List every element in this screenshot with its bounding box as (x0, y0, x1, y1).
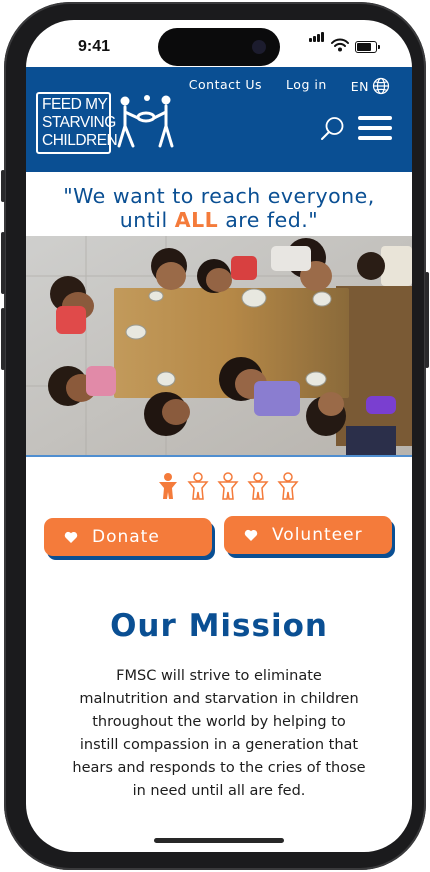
header-top-links: Contact Us Log in EN (189, 77, 390, 95)
header-icons (320, 115, 392, 141)
wifi-icon (331, 38, 349, 52)
donate-label: Donate (92, 527, 160, 547)
logo-figures-icon (117, 95, 174, 148)
slide-indicator-4[interactable] (246, 472, 270, 500)
children-eating-photo (26, 236, 412, 455)
slide-indicator-3[interactable] (216, 472, 240, 500)
quote-line-1: "We want to reach everyone, (63, 184, 375, 208)
login-link[interactable]: Log in (286, 77, 327, 95)
volunteer-button[interactable]: Volunteer (224, 516, 392, 554)
volunteer-label: Volunteer (272, 525, 363, 545)
quote-line-2: until ALL are fed." (119, 208, 319, 232)
phone-frame: 9:41 FEED MY STARVING CHILDREN Contact U… (1, 2, 429, 870)
hamburger-menu-icon[interactable] (358, 115, 392, 141)
heart-icon (244, 529, 258, 541)
hero-quote: "We want to reach everyone, until ALL ar… (26, 184, 412, 232)
contact-us-link[interactable]: Contact Us (189, 77, 262, 95)
globe-icon (372, 77, 390, 95)
site-header: FEED MY STARVING CHILDREN Contact Us Log… (26, 67, 412, 172)
silent-switch (1, 170, 5, 202)
dynamic-island (158, 28, 280, 66)
home-indicator (154, 838, 284, 843)
camera-icon (252, 40, 266, 54)
logo-line-2: STARVING (42, 114, 116, 131)
volume-down-button (1, 308, 5, 370)
logo-text-box: FEED MY STARVING CHILDREN (36, 92, 118, 154)
donate-button[interactable]: Donate (44, 518, 212, 556)
battery-level (357, 43, 371, 51)
slide-indicator-1-active[interactable] (156, 472, 180, 500)
status-bar: 9:41 (26, 20, 412, 68)
logo-line-3: CHILDREN (42, 132, 118, 149)
mission-text: FMSC will strive to eliminate malnutriti… (72, 668, 366, 799)
status-time: 9:41 (78, 38, 111, 55)
slide-indicator-2[interactable] (186, 472, 210, 500)
mission-title: Our Mission (110, 608, 328, 644)
language-selector[interactable]: EN (351, 77, 390, 95)
power-button (425, 272, 429, 368)
battery-icon (355, 41, 380, 53)
quote-emphasis: ALL (174, 208, 219, 232)
logo-line-1: FEED MY (42, 96, 108, 113)
volume-up-button (1, 232, 5, 294)
heart-icon (64, 531, 78, 543)
slide-pager (156, 472, 300, 500)
fmsc-logo[interactable]: FEED MY STARVING CHILDREN (36, 92, 176, 154)
search-icon[interactable] (320, 115, 346, 141)
slide-indicator-5[interactable] (276, 472, 300, 500)
hero-photo (26, 236, 412, 457)
screen: 9:41 FEED MY STARVING CHILDREN Contact U… (26, 20, 412, 852)
language-label: EN (350, 78, 369, 94)
